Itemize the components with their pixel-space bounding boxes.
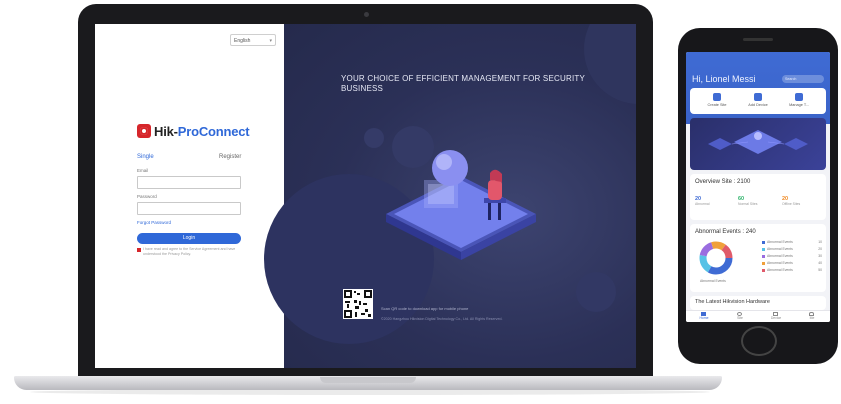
password-field[interactable] [137, 202, 241, 215]
nav-device[interactable]: Device [764, 312, 788, 320]
manage-button[interactable]: Manage T... [784, 93, 814, 107]
stat-label: Normal Sites [738, 202, 758, 206]
language-select[interactable]: English ▾ [230, 34, 276, 46]
nav-label: Device [770, 316, 782, 320]
abnormal-title: Abnormal Events : 240 [695, 229, 756, 235]
legend-label: Abnormal Events [767, 240, 793, 244]
overview-card[interactable]: Overview Site : 2100 20 Abnormal 60 Norm… [690, 174, 826, 220]
tab-register[interactable]: Register [219, 154, 241, 160]
login-button[interactable]: Login [137, 233, 241, 244]
legend-swatch [762, 248, 765, 251]
nav-me[interactable]: Me [800, 312, 824, 320]
overview-title: Overview Site : 2100 [695, 179, 751, 185]
laptop-notch [320, 377, 416, 383]
latest-hardware-title: The Latest Hikvision Hardware [695, 299, 770, 305]
quick-action-label: Add Device [748, 103, 768, 107]
phone-speaker [743, 38, 773, 41]
quick-action-label: Manage T... [789, 103, 809, 107]
brand-suffix: ProConnect [177, 124, 250, 139]
forgot-password-link[interactable]: Forgot Password [137, 220, 171, 225]
quick-actions-card: Create Site Add Device Manage T... [690, 88, 826, 114]
brand-logo-text: Hik-ProConnect [154, 124, 250, 139]
email-field[interactable] [137, 176, 241, 189]
qr-code [343, 289, 373, 319]
security-illustration [386, 150, 536, 260]
legend-swatch [762, 241, 765, 244]
legend-item: Abnormal Events 50 [762, 268, 822, 275]
legend-swatch [762, 255, 765, 258]
promo-banner[interactable] [690, 118, 826, 170]
legend-value: 40 [818, 261, 822, 265]
login-panel: English ▾ Hik-ProConnect Single Register… [95, 24, 284, 368]
add-device-button[interactable]: Add Device [743, 93, 773, 107]
legend-value: 20 [818, 247, 822, 251]
email-label: Email [137, 168, 149, 173]
chevron-down-icon: ▾ [269, 38, 272, 44]
legend-swatch [762, 262, 765, 265]
manage-icon [795, 93, 803, 101]
phone-bottom-nav: Home Site Device Me [686, 310, 830, 322]
quick-action-label: Create Site [707, 103, 727, 107]
promo-panel: YOUR CHOICE OF EFFICIENT MANAGEMENT FOR … [264, 24, 636, 368]
phone-screen: Hi, Lionel Messi Search Create Site Add … [686, 52, 830, 322]
laptop-screen: English ▾ Hik-ProConnect Single Register… [95, 24, 636, 368]
latest-hardware-card[interactable]: The Latest Hikvision Hardware [690, 296, 826, 310]
greeting-text: Hi, Lionel Messi [692, 74, 756, 84]
legend-value: 30 [818, 254, 822, 258]
hik-logo-icon [137, 124, 151, 138]
laptop-camera [364, 12, 369, 17]
nav-label: Home [699, 316, 709, 320]
legend-item: Abnormal Events 30 [762, 254, 822, 261]
stat-abnormal: 20 Abnormal [695, 196, 710, 206]
legend-swatch [762, 269, 765, 272]
abnormal-events-card[interactable]: Abnormal Events : 240 Abnormal Events Ab… [690, 224, 826, 292]
banner-illustration [708, 130, 808, 154]
language-value: English [234, 38, 251, 44]
phone-home-button[interactable] [741, 326, 777, 356]
abnormal-donut-chart [699, 241, 733, 275]
agreement-text: I have read and agree to the Service Agr… [143, 247, 236, 256]
stat-normal: 60 Normal Sites [738, 196, 757, 206]
legend-item: Abnormal Events 40 [762, 261, 822, 268]
create-site-button[interactable]: Create Site [702, 93, 732, 107]
stat-offline: 20 Offline Sites [782, 196, 800, 206]
decor-circle [576, 272, 616, 312]
legend-label: Abnormal Events [767, 268, 793, 272]
legend-label: Abnormal Events [767, 247, 793, 251]
nav-home[interactable]: Home [692, 312, 716, 320]
legend-item: Abnormal Events 20 [762, 247, 822, 254]
promo-headline: YOUR CHOICE OF EFFICIENT MANAGEMENT FOR … [341, 74, 585, 93]
brand-prefix: Hik- [154, 124, 178, 139]
password-label: Password [137, 194, 157, 199]
qr-caption: Scan QR code to download app for mobile … [381, 306, 469, 311]
stat-label: Offline Sites [782, 202, 801, 206]
nav-label: Site [737, 316, 743, 320]
phone-search-input[interactable]: Search [782, 75, 824, 83]
site-icon [713, 93, 721, 101]
nav-site[interactable]: Site [728, 312, 752, 320]
donut-caption: Abnormal Events [700, 279, 726, 283]
legend-value: 50 [818, 268, 822, 272]
legend-label: Abnormal Events [767, 261, 793, 265]
legend-value: 10 [818, 240, 822, 244]
legend-item: Abnormal Events 10 [762, 240, 822, 247]
tab-single[interactable]: Single [137, 154, 154, 160]
nav-label: Me [809, 316, 815, 320]
device-icon [754, 93, 762, 101]
stat-label: Abnormal [695, 202, 710, 206]
copyright-text: ©2020 Hangzhou Hikvision Digital Technol… [381, 317, 503, 321]
agreement-checkbox[interactable] [137, 248, 141, 252]
legend-list: Abnormal Events 10 Abnormal Events 20 Ab… [762, 240, 822, 275]
legend-label: Abnormal Events [767, 254, 793, 258]
